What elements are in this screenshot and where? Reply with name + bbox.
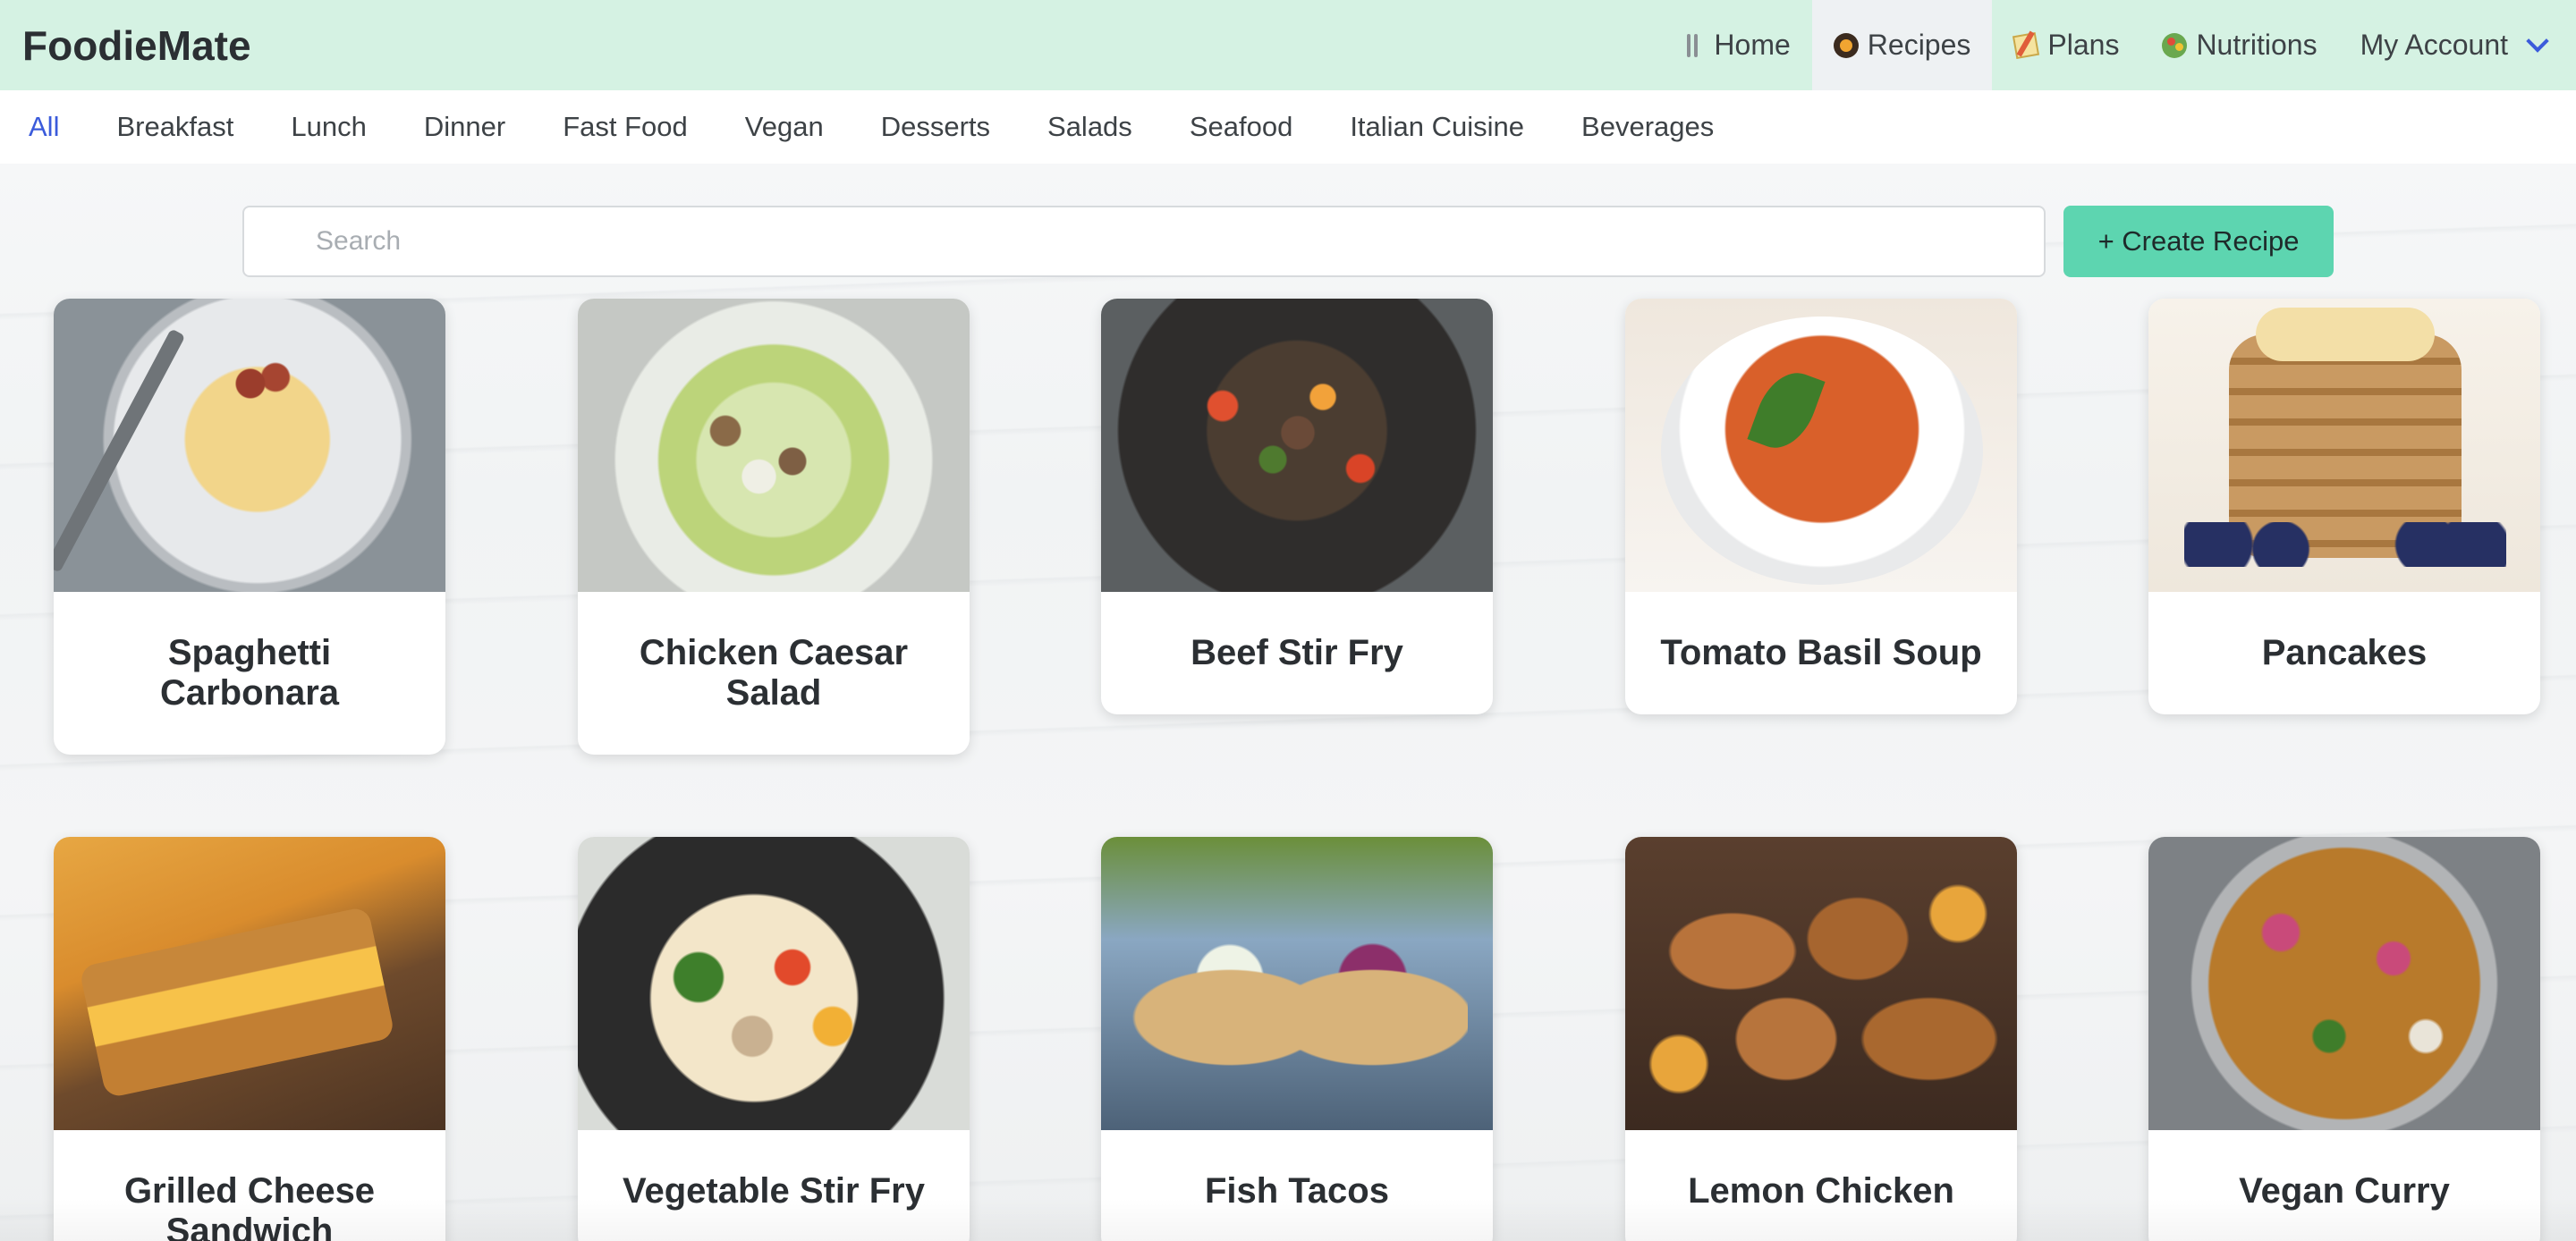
create-recipe-button[interactable]: + Create Recipe: [2063, 206, 2334, 277]
top-navigation-bar: FoodieMate Home Recipes Plans Nutritions…: [0, 0, 2576, 90]
vegetable-stir-fry-photo: [578, 837, 970, 1130]
recipe-card[interactable]: Vegetable Stir Fry: [578, 837, 970, 1241]
nav-label-plans: Plans: [2047, 29, 2120, 61]
nav-label-home: Home: [1714, 29, 1791, 61]
fork-knife-icon: [1680, 33, 1705, 58]
recipe-title: Spaghetti Carbonara: [159, 633, 340, 713]
recipe-title: Fish Tacos: [1205, 1171, 1389, 1211]
recipe-card[interactable]: Pancakes: [2148, 299, 2540, 714]
recipe-title: Beef Stir Fry: [1191, 633, 1403, 672]
chicken-caesar-salad-photo: [578, 299, 970, 592]
tab-fast-food[interactable]: Fast Food: [563, 111, 688, 143]
search-input[interactable]: [242, 206, 2046, 277]
grilled-cheese-photo: [54, 837, 445, 1130]
nav-item-home[interactable]: Home: [1658, 0, 1811, 90]
vegan-curry-photo: [2148, 837, 2540, 1130]
tomato-basil-soup-photo: [1625, 299, 2017, 592]
brand-logo[interactable]: FoodieMate: [22, 0, 251, 90]
tab-beverages[interactable]: Beverages: [1581, 111, 1714, 143]
recipe-card[interactable]: Chicken Caesar Salad: [578, 299, 970, 755]
nav-label-nutritions: Nutritions: [2196, 29, 2318, 61]
recipe-title: Vegetable Stir Fry: [623, 1171, 925, 1211]
category-tabs: All Breakfast Lunch Dinner Fast Food Veg…: [0, 90, 2576, 164]
tab-lunch[interactable]: Lunch: [291, 111, 366, 143]
recipe-card[interactable]: Beef Stir Fry: [1101, 299, 1493, 714]
recipe-title: Chicken Caesar Salad: [639, 633, 909, 713]
nav-label-recipes: Recipes: [1867, 29, 1971, 61]
tab-italian-cuisine[interactable]: Italian Cuisine: [1350, 111, 1524, 143]
recipe-title: Lemon Chicken: [1688, 1171, 1954, 1211]
nav-item-nutritions[interactable]: Nutritions: [2140, 0, 2338, 90]
recipe-title: Vegan Curry: [2239, 1171, 2450, 1211]
memo-icon: [2012, 31, 2040, 59]
nav-item-recipes[interactable]: Recipes: [1811, 0, 1993, 90]
tab-desserts[interactable]: Desserts: [881, 111, 990, 143]
recipe-card[interactable]: Lemon Chicken: [1625, 837, 2017, 1241]
beef-stir-fry-photo: [1101, 299, 1493, 592]
recipe-card[interactable]: Grilled Cheese Sandwich: [54, 837, 445, 1241]
recipe-title: Tomato Basil Soup: [1660, 633, 1982, 672]
tab-seafood[interactable]: Seafood: [1190, 111, 1293, 143]
my-account-label: My Account: [2360, 29, 2508, 61]
my-account-dropdown[interactable]: My Account: [2339, 0, 2576, 90]
cooking-pan-icon: [1833, 32, 1859, 58]
spaghetti-carbonara-photo: [54, 299, 445, 592]
main-nav: Home Recipes Plans Nutritions My Account: [1658, 0, 2576, 90]
lemon-chicken-photo: [1625, 837, 2017, 1130]
tab-dinner[interactable]: Dinner: [424, 111, 505, 143]
salad-icon: [2162, 32, 2188, 58]
recipe-card[interactable]: Spaghetti Carbonara: [54, 299, 445, 755]
pancakes-photo: [2148, 299, 2540, 592]
recipe-title: Grilled Cheese Sandwich: [123, 1171, 376, 1241]
fish-tacos-photo: [1101, 837, 1493, 1130]
recipe-card[interactable]: Fish Tacos: [1101, 837, 1493, 1241]
nav-item-plans[interactable]: Plans: [1992, 0, 2140, 90]
recipe-card[interactable]: Tomato Basil Soup: [1625, 299, 2017, 714]
recipe-card[interactable]: Vegan Curry: [2148, 837, 2540, 1241]
recipe-title: Pancakes: [2261, 633, 2428, 672]
tab-salads[interactable]: Salads: [1047, 111, 1132, 143]
tab-vegan[interactable]: Vegan: [745, 111, 824, 143]
tab-breakfast[interactable]: Breakfast: [116, 111, 233, 143]
tab-all[interactable]: All: [29, 111, 59, 143]
chevron-down-icon: [2526, 29, 2549, 53]
